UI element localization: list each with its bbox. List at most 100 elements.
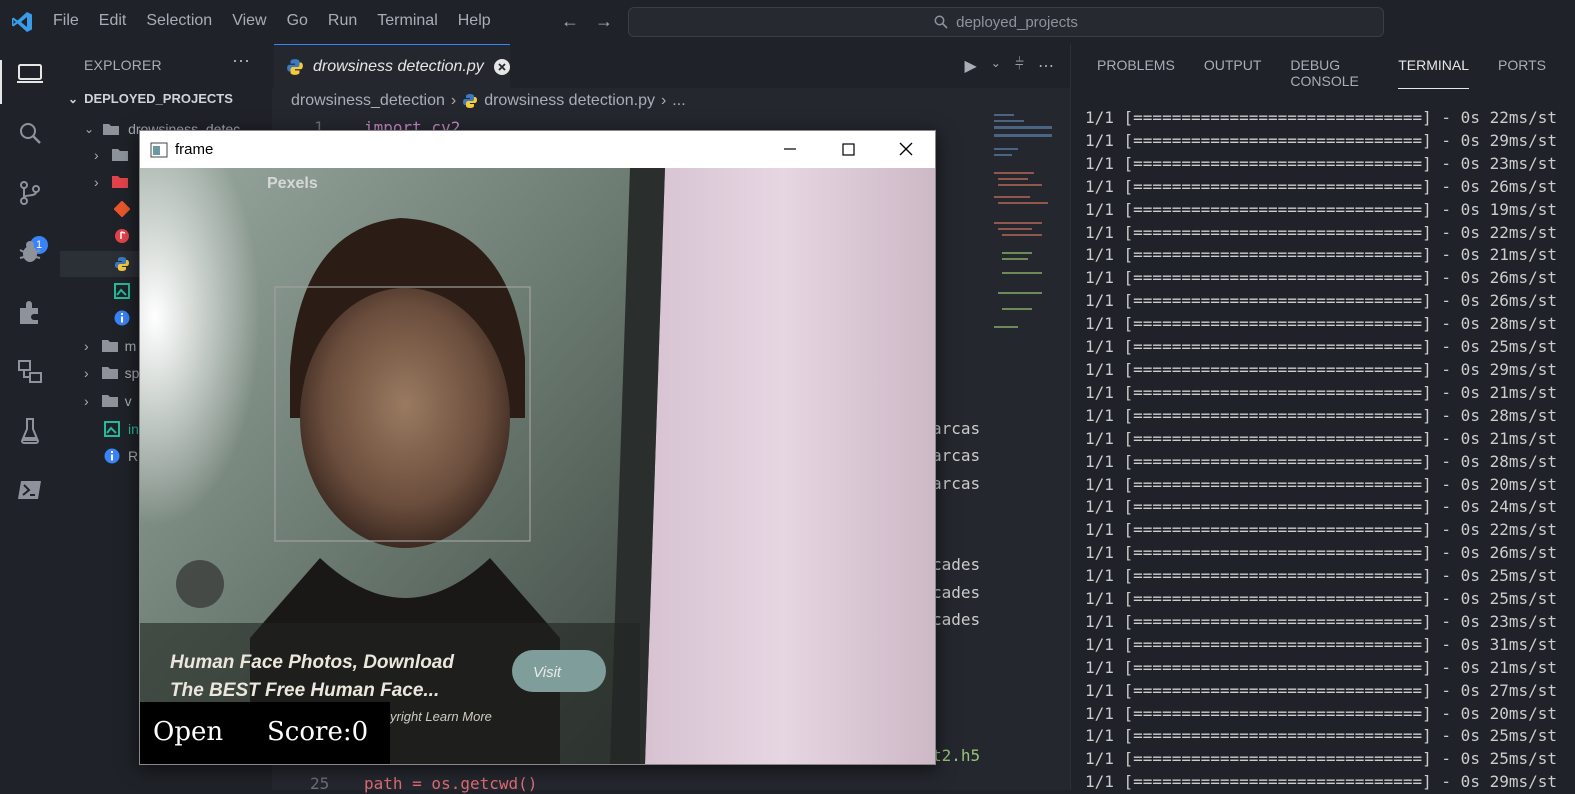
frame-window[interactable]: frame Human Face Photos, Download The BE… <box>139 130 936 765</box>
terminal-line: 1/1 [==============================] - 0… <box>1085 382 1558 402</box>
menu-bar: File Edit Selection View Go Run Terminal… <box>53 12 511 30</box>
tab-terminal[interactable]: TERMINAL <box>1398 57 1470 89</box>
terminal-line: 1/1 [==============================] - 0… <box>1085 657 1558 677</box>
breadcrumb-file[interactable]: drowsiness detection.py <box>484 92 655 110</box>
activity-bar: 1 <box>0 44 60 790</box>
terminal-line: 1/1 [==============================] - 0… <box>1085 291 1558 311</box>
terminal-line: 1/1 [==============================] - 0… <box>1085 589 1558 609</box>
code-line[interactable]: path = os.getcwd() <box>364 774 537 793</box>
menu-file[interactable]: File <box>53 12 79 30</box>
photo-source: Pexels <box>267 175 318 192</box>
photo-ad-line2: The BEST Free Human Face... <box>170 680 439 701</box>
explorer-title: EXPLORER <box>84 57 162 73</box>
menu-edit[interactable]: Edit <box>99 12 127 30</box>
folder-name: v <box>124 393 132 409</box>
tab-label: drowsiness detection.py <box>313 57 484 75</box>
explorer-icon[interactable] <box>16 60 44 88</box>
terminal-line: 1/1 [==============================] - 0… <box>1085 268 1558 288</box>
info-icon <box>104 448 120 464</box>
close-icon[interactable] <box>493 58 510 75</box>
folder-icon <box>101 367 118 379</box>
terminal-line: 1/1 [==============================] - 0… <box>1085 130 1558 150</box>
extensions-icon[interactable] <box>16 298 44 326</box>
title-bar: File Edit Selection View Go Run Terminal… <box>0 0 1575 44</box>
remote-explorer-icon[interactable] <box>16 357 44 385</box>
frame-window-icon <box>150 142 168 158</box>
file-name: R <box>128 448 139 464</box>
tab-debug-console[interactable]: DEBUG CONSOLE <box>1290 57 1369 89</box>
terminal-line: 1/1 [==============================] - 0… <box>1085 611 1558 631</box>
menu-view[interactable]: View <box>232 12 266 30</box>
folder-icon <box>101 340 118 352</box>
search-icon[interactable] <box>16 119 44 147</box>
image-file-icon <box>114 283 130 299</box>
terminal-line: 1/1 [==============================] - 0… <box>1085 199 1558 219</box>
code-fragment: arcas <box>932 419 981 438</box>
vscode-logo-icon <box>12 12 32 32</box>
line-number: 25 <box>310 774 330 793</box>
tab-drowsiness-detection[interactable]: drowsiness detection.py <box>274 44 510 88</box>
menu-terminal[interactable]: Terminal <box>377 12 437 30</box>
chevron-right-icon: › <box>94 174 99 190</box>
file-name: in <box>128 421 139 437</box>
frame-titlebar[interactable]: frame <box>140 131 935 168</box>
back-arrow-icon[interactable]: ← <box>561 11 579 32</box>
terminal-line: 1/1 [==============================] - 0… <box>1085 703 1558 723</box>
folder-icon <box>111 149 128 161</box>
testing-icon[interactable] <box>16 417 44 445</box>
command-center-search[interactable]: deployed_projects <box>628 7 1384 37</box>
terminal-line: 1/1 [==============================] - 0… <box>1085 222 1558 242</box>
source-control-icon[interactable] <box>16 179 44 207</box>
minimap[interactable] <box>992 112 1054 342</box>
tab-problems[interactable]: PROBLEMS <box>1097 57 1175 89</box>
split-editor-icon[interactable]: ⫩ <box>1015 56 1024 76</box>
code-fragment: cades <box>932 610 981 629</box>
terminal-line: 1/1 [==============================] - 0… <box>1085 680 1558 700</box>
breadcrumb: drowsiness_detection › drowsiness detect… <box>291 92 686 110</box>
breadcrumb-symbol[interactable]: ... <box>672 92 685 110</box>
code-fragment: arcas <box>932 474 981 493</box>
tab-output[interactable]: OUTPUT <box>1204 57 1262 89</box>
terminal-line: 1/1 [==============================] - 0… <box>1085 314 1558 334</box>
minimize-icon[interactable] <box>778 137 802 161</box>
audio-file-icon <box>115 229 129 243</box>
maximize-icon[interactable] <box>836 137 860 161</box>
terminal-line: 1/1 [==============================] - 0… <box>1085 337 1558 357</box>
close-icon[interactable] <box>894 137 918 161</box>
photo-ad-line1: Human Face Photos, Download <box>170 652 454 673</box>
chevron-down-icon[interactable]: ⌄ <box>991 56 1001 76</box>
forward-arrow-icon[interactable]: → <box>595 11 613 32</box>
run-debug-icon[interactable] <box>16 238 44 266</box>
more-actions-icon[interactable]: ⋯ <box>232 51 250 72</box>
terminal-line: 1/1 [==============================] - 0… <box>1085 497 1558 517</box>
breadcrumb-folder[interactable]: drowsiness_detection <box>291 92 445 110</box>
menu-go[interactable]: Go <box>287 12 308 30</box>
webcam-feed: Human Face Photos, Download The BEST Fre… <box>140 168 935 764</box>
terminal-line: 1/1 [==============================] - 0… <box>1085 359 1558 379</box>
terminal-line: 1/1 [==============================] - 0… <box>1085 726 1558 746</box>
code-fragment: t2.h5 <box>932 746 981 765</box>
terminal-line: 1/1 [==============================] - 0… <box>1085 428 1558 448</box>
nav-arrows: ← → <box>561 11 613 32</box>
menu-run[interactable]: Run <box>328 12 357 30</box>
menu-selection[interactable]: Selection <box>146 12 212 30</box>
run-icon[interactable]: ▶ <box>964 56 976 76</box>
score-label: Score:0 <box>267 717 369 747</box>
terminal-line: 1/1 [==============================] - 0… <box>1085 520 1558 540</box>
powershell-icon[interactable] <box>16 476 44 504</box>
code-fragment: arcas <box>932 446 981 465</box>
menu-help[interactable]: Help <box>458 12 491 30</box>
image-file-icon <box>104 421 120 437</box>
webcam-image: Human Face Photos, Download The BEST Fre… <box>140 168 935 764</box>
chevron-right-icon: › <box>450 92 457 109</box>
folder-name: m <box>124 338 137 354</box>
terminal-line: 1/1 [==============================] - 0… <box>1085 749 1558 769</box>
photo-ad-small: yright Learn More <box>389 709 492 724</box>
search-icon <box>934 15 948 29</box>
terminal-line: 1/1 [==============================] - 0… <box>1085 566 1558 586</box>
more-actions-icon[interactable]: ⋯ <box>1038 56 1054 76</box>
tab-ports[interactable]: PORTS <box>1498 57 1546 89</box>
terminal-output[interactable]: 1/1 [==============================] - 0… <box>1085 107 1557 794</box>
chevron-down-icon: ⌄ <box>84 122 95 136</box>
explorer-root[interactable]: ⌄ DEPLOYED_PROJECTS <box>68 91 233 106</box>
